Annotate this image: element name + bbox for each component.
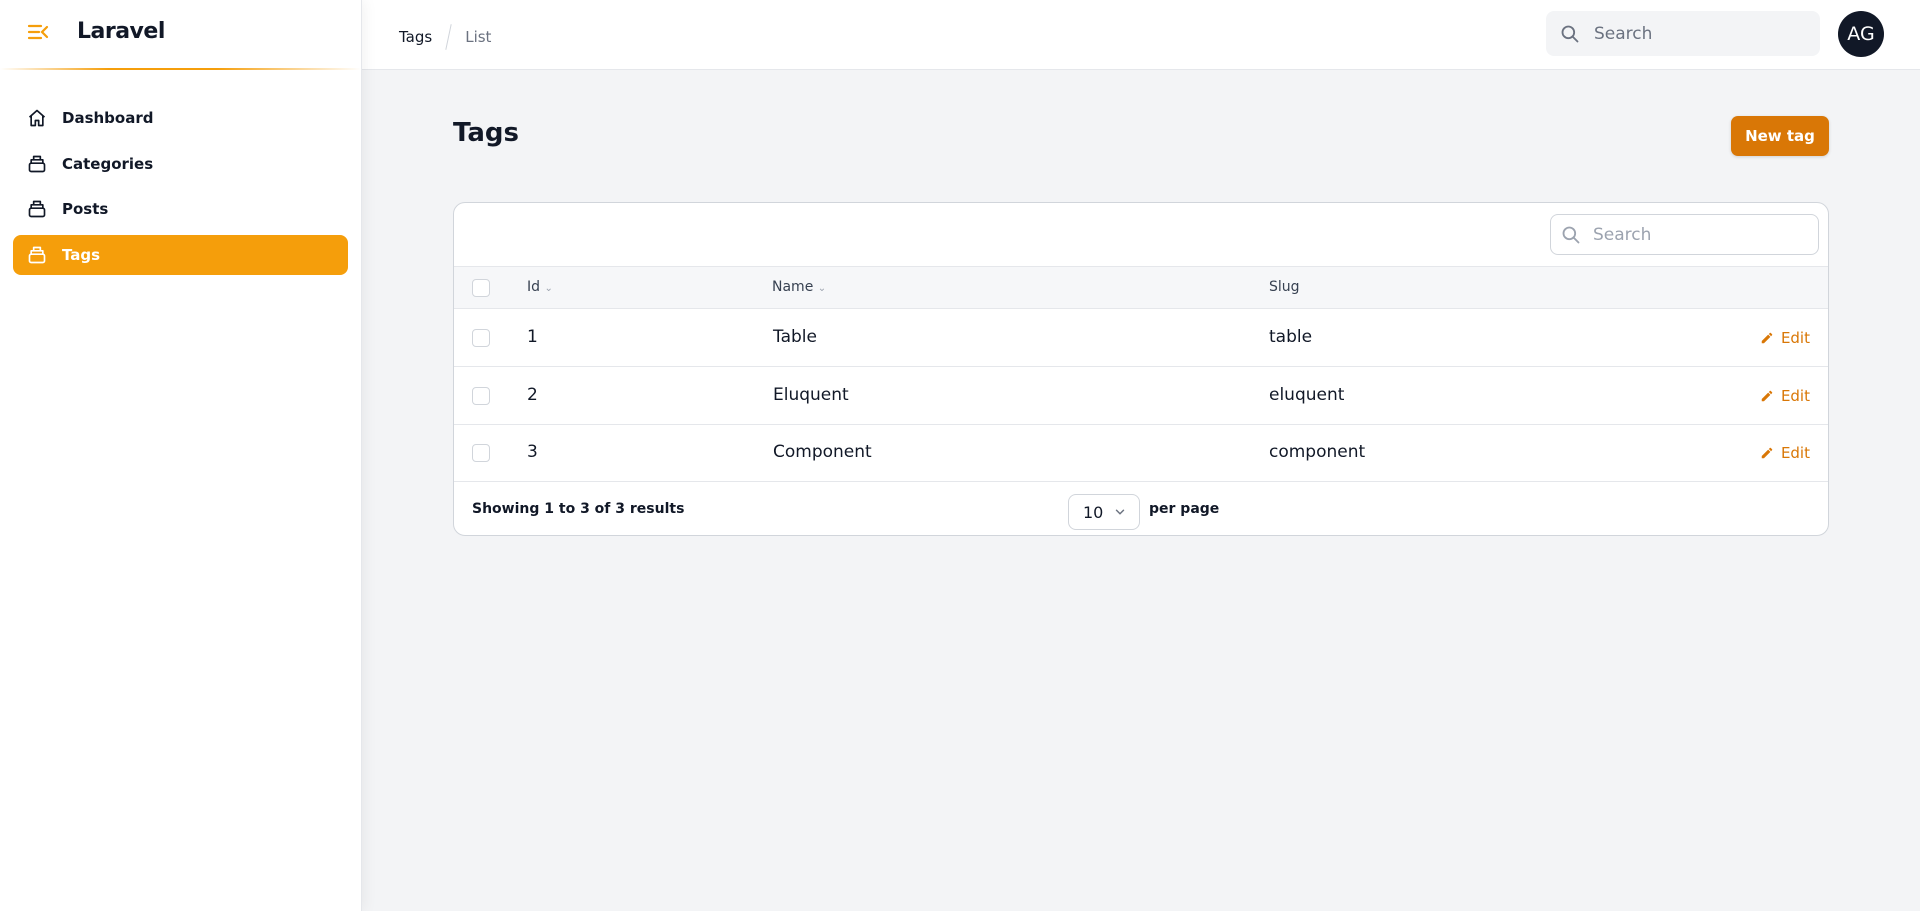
tags-table: Search Id ⌄ Name ⌄ Slug 1 Table table Ed… <box>453 202 1829 536</box>
cell-slug: table <box>1269 327 1313 347</box>
pencil-icon <box>1761 332 1773 344</box>
column-label: Name <box>772 279 814 295</box>
table-row: 1 Table table Edit <box>454 309 1828 367</box>
sort-chevron-icon: ⌄ <box>817 283 827 294</box>
table-footer: Showing 1 to 3 of 3 results 10 per page <box>454 482 1828 535</box>
cell-id: 3 <box>527 442 538 462</box>
global-search-input[interactable]: Search <box>1546 11 1820 56</box>
table-header: Id ⌄ Name ⌄ Slug <box>454 266 1828 309</box>
sidebar-item-tags[interactable]: Tags <box>13 234 348 275</box>
sidebar-item-label: Dashboard <box>62 109 154 127</box>
cell-name: Component <box>773 442 872 462</box>
sidebar-item-label: Tags <box>62 245 101 264</box>
results-summary: Showing 1 to 3 of 3 results <box>472 501 685 517</box>
cell-id: 1 <box>527 327 538 347</box>
search-icon <box>1562 226 1580 243</box>
sidebar-item-label: Posts <box>62 200 109 218</box>
cell-name: Table <box>773 327 817 347</box>
new-tag-button[interactable]: New tag <box>1731 116 1829 156</box>
brand-bar: Laravel <box>0 0 361 70</box>
column-slug: Slug <box>1269 279 1300 295</box>
edit-label: Edit <box>1780 387 1810 405</box>
row-checkbox[interactable] <box>472 329 490 347</box>
cell-slug: eluquent <box>1269 385 1345 405</box>
per-page-select[interactable]: 10 <box>1068 494 1140 530</box>
column-id[interactable]: Id ⌄ <box>527 279 553 295</box>
column-name[interactable]: Name ⌄ <box>772 279 826 295</box>
breadcrumb-separator <box>445 24 452 50</box>
breadcrumb: Tags List <box>399 24 491 50</box>
pencil-icon <box>1761 390 1773 402</box>
column-label: Id <box>527 279 541 295</box>
per-page-value: 10 <box>1083 502 1104 522</box>
sort-chevron-icon: ⌄ <box>544 283 553 294</box>
per-page-label: per page <box>1149 501 1220 517</box>
cell-name: Eluquent <box>773 385 849 405</box>
table-search-input[interactable]: Search <box>1550 214 1819 255</box>
search-placeholder: Search <box>1594 23 1653 44</box>
edit-label: Edit <box>1780 444 1810 462</box>
sidebar: Laravel Dashboard Categories Posts Tags <box>0 0 362 911</box>
app-title[interactable]: Laravel <box>77 19 165 44</box>
cell-id: 2 <box>527 385 538 405</box>
sidebar-item-dashboard[interactable]: Dashboard <box>13 98 348 138</box>
pencil-icon <box>1761 447 1773 459</box>
sidebar-item-categories[interactable]: Categories <box>13 144 348 184</box>
home-icon <box>28 109 46 127</box>
sidebar-item-posts[interactable]: Posts <box>13 189 348 229</box>
edit-button[interactable]: Edit <box>1760 444 1810 462</box>
edit-label: Edit <box>1780 329 1810 347</box>
edit-button[interactable]: Edit <box>1760 387 1810 405</box>
search-placeholder: Search <box>1593 224 1652 245</box>
topbar: Tags List Search AG <box>362 0 1920 70</box>
row-checkbox[interactable] <box>472 387 490 405</box>
stack-icon <box>28 246 46 263</box>
select-all-checkbox[interactable] <box>472 279 490 297</box>
sidebar-nav: Dashboard Categories Posts Tags <box>13 98 348 280</box>
table-row: 2 Eluquent eluquent Edit <box>454 367 1828 425</box>
stack-icon <box>28 155 46 172</box>
breadcrumb-list: List <box>465 28 492 46</box>
collapse-menu-icon[interactable] <box>27 23 49 45</box>
cell-slug: component <box>1269 442 1366 462</box>
edit-button[interactable]: Edit <box>1760 329 1810 347</box>
row-checkbox[interactable] <box>472 444 490 462</box>
search-icon <box>1561 25 1579 42</box>
sidebar-item-label: Categories <box>62 154 154 173</box>
page-title: Tags <box>453 118 520 148</box>
chevron-down-icon <box>1115 509 1125 515</box>
stack-icon <box>28 200 46 218</box>
avatar[interactable]: AG <box>1838 11 1884 57</box>
breadcrumb-tags[interactable]: Tags <box>399 28 432 46</box>
table-row: 3 Component component Edit <box>454 424 1828 482</box>
